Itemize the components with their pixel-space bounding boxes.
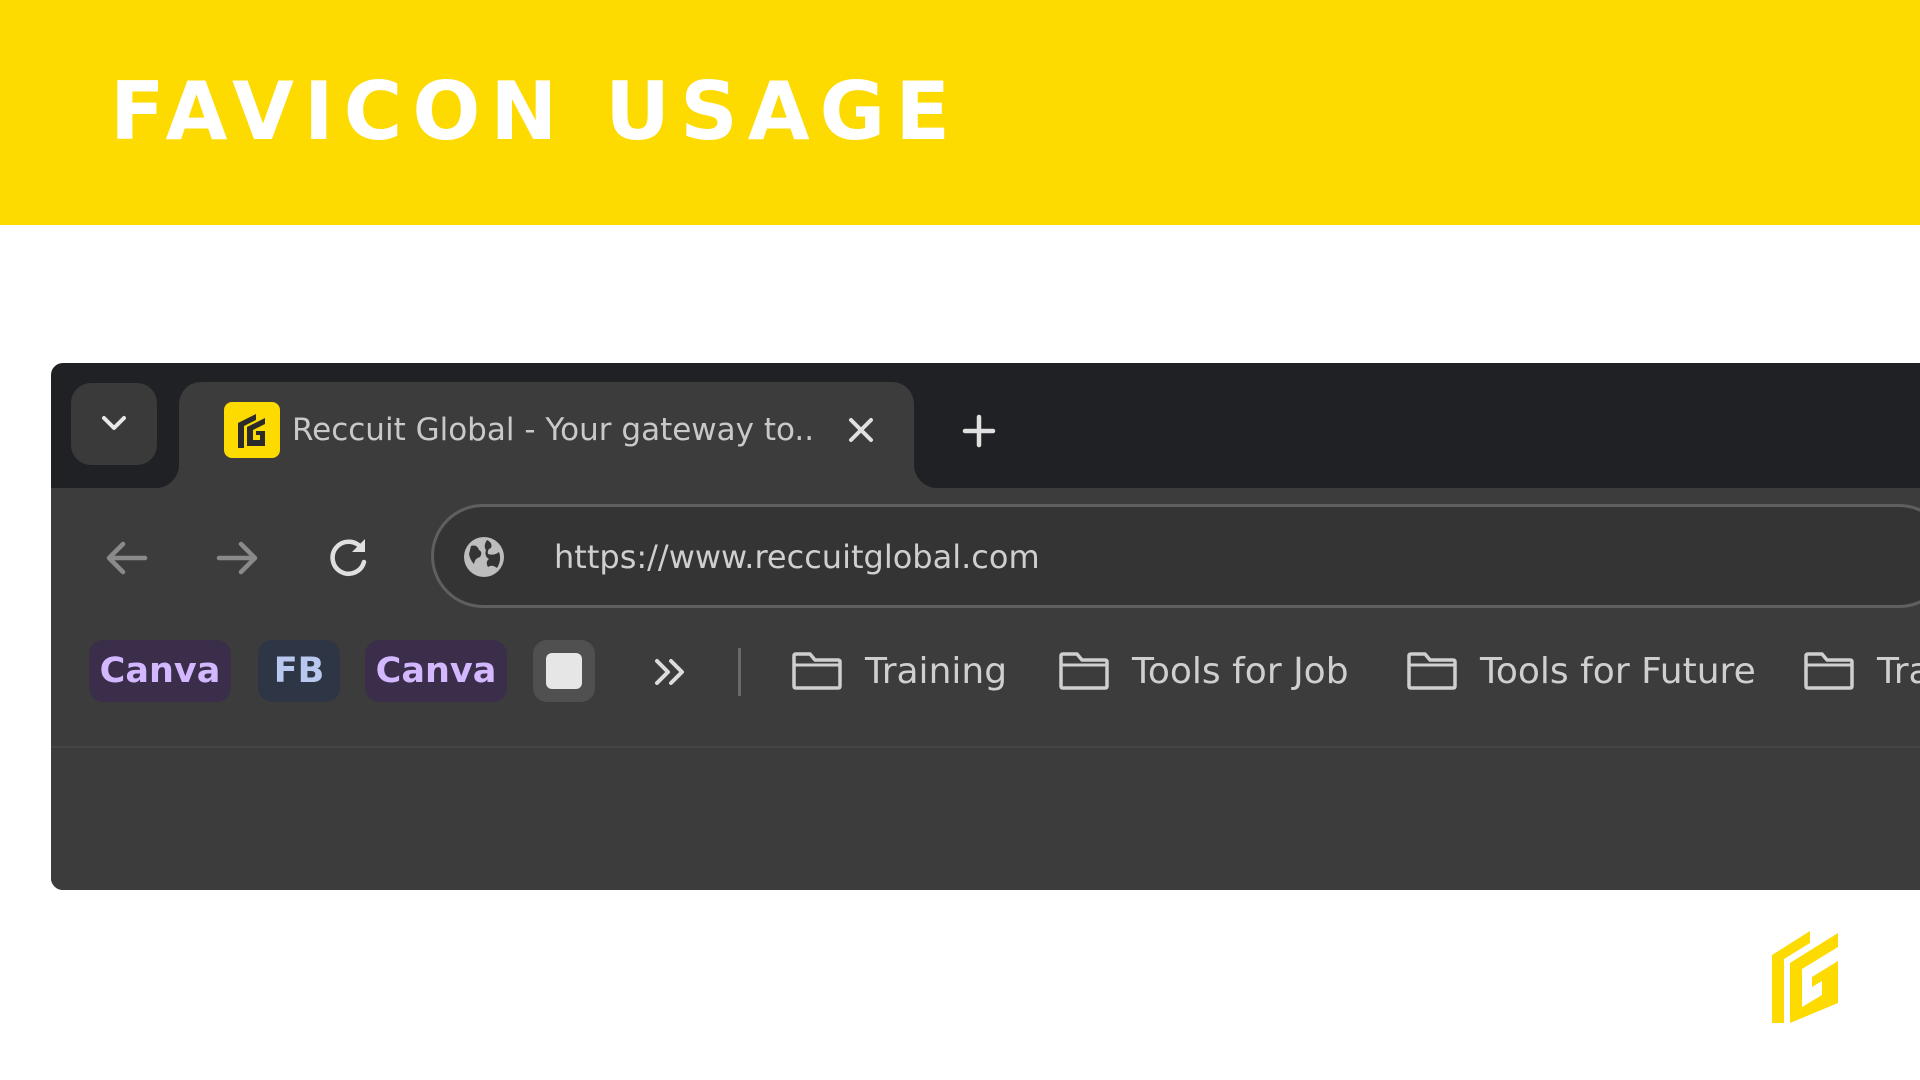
bookmark-folder-training[interactable]: Training bbox=[791, 640, 1007, 702]
folder-label: Tools for Future bbox=[1480, 650, 1756, 692]
reload-button[interactable] bbox=[319, 528, 379, 588]
bookmark-folder-tools-for-future[interactable]: Tools for Future bbox=[1406, 640, 1756, 702]
folder-label: Tra bbox=[1877, 650, 1920, 692]
folder-icon bbox=[1407, 652, 1457, 690]
plus-icon bbox=[962, 414, 996, 448]
active-tab[interactable]: Reccuit Global - Your gateway to... bbox=[155, 382, 938, 488]
folder-icon bbox=[1804, 652, 1854, 690]
favicon-icon bbox=[224, 402, 280, 458]
bookmarks-bar: Canva FB Canva Training Tools for Job To… bbox=[51, 628, 1920, 734]
bookmark-label: Canva bbox=[375, 651, 497, 691]
folder-label: Tools for Job bbox=[1132, 650, 1349, 692]
bookmark-blank[interactable] bbox=[533, 640, 595, 702]
toolbar-divider bbox=[51, 746, 1920, 748]
header-banner: FAVICON USAGE bbox=[0, 0, 1920, 225]
site-info-button[interactable] bbox=[460, 533, 508, 581]
back-button[interactable] bbox=[96, 528, 156, 588]
reccuit-global-logo bbox=[1772, 931, 1838, 1023]
bookmarks-separator bbox=[738, 648, 741, 696]
browser-toolbar: https://www.reccuitglobal.com Canva FB C… bbox=[51, 488, 1920, 890]
tab-title: Reccuit Global - Your gateway to... bbox=[292, 412, 812, 448]
url-text: https://www.reccuitglobal.com bbox=[554, 538, 1040, 576]
tab-search-button[interactable] bbox=[71, 383, 157, 465]
double-chevron-icon bbox=[655, 659, 684, 685]
bookmark-fb[interactable]: FB bbox=[258, 640, 340, 702]
close-icon bbox=[849, 418, 873, 442]
bookmark-folder-tools-for-job[interactable]: Tools for Job bbox=[1058, 640, 1349, 702]
bookmark-label: FB bbox=[273, 651, 325, 691]
arrow-right-icon bbox=[216, 541, 258, 575]
folder-icon bbox=[1059, 652, 1109, 690]
bookmark-label: Canva bbox=[99, 651, 221, 691]
address-bar[interactable]: https://www.reccuitglobal.com bbox=[431, 504, 1920, 608]
reload-icon bbox=[330, 539, 367, 576]
browser-window: Reccuit Global - Your gateway to... http… bbox=[51, 363, 1920, 890]
forward-button[interactable] bbox=[208, 528, 268, 588]
new-tab-button[interactable] bbox=[951, 403, 1007, 459]
folder-label: Training bbox=[865, 650, 1008, 692]
chevron-down-icon bbox=[102, 416, 126, 430]
page-title: FAVICON USAGE bbox=[110, 65, 960, 158]
bookmark-folder-truncated[interactable]: Tra bbox=[1803, 640, 1920, 702]
folder-icon bbox=[792, 652, 842, 690]
close-tab-button[interactable] bbox=[839, 408, 883, 452]
bookmark-canva[interactable]: Canva bbox=[89, 640, 231, 702]
globe-icon bbox=[464, 537, 504, 577]
arrow-left-icon bbox=[106, 541, 148, 575]
bookmarks-overflow-button[interactable] bbox=[641, 646, 701, 698]
bookmark-canva-2[interactable]: Canva bbox=[365, 640, 507, 702]
blank-page-icon bbox=[546, 653, 582, 689]
